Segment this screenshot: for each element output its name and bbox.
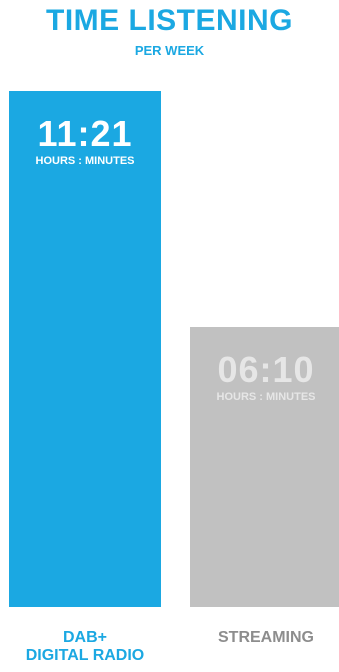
category-label-dab-digital-radio: DAB+ DIGITAL RADIO bbox=[0, 629, 171, 665]
category-label-line: STREAMING bbox=[218, 629, 314, 646]
bar-unit-label: HOURS : MINUTES bbox=[35, 155, 135, 167]
bar-dab-digital-radio: 11:21 HOURS : MINUTES bbox=[9, 91, 161, 607]
chart-area: 11:21 HOURS : MINUTES DAB+ DIGITAL RADIO 06:… bbox=[0, 0, 339, 672]
bar-value-label: 06:10 bbox=[217, 349, 315, 390]
category-label-line: DIGITAL RADIO bbox=[25, 647, 145, 664]
bar-value-label: 11:21 bbox=[37, 113, 133, 154]
category-label-line: DAB+ bbox=[62, 629, 107, 646]
bar-unit-label: HOURS : MINUTES bbox=[216, 391, 316, 403]
chart-page: TIME LISTENING PER WEEK 11:21 HOURS : MIN… bbox=[0, 0, 339, 672]
bar-streaming: 06:10 HOURS : MINUTES bbox=[190, 327, 339, 607]
category-label-streaming: STREAMING bbox=[180, 629, 339, 647]
